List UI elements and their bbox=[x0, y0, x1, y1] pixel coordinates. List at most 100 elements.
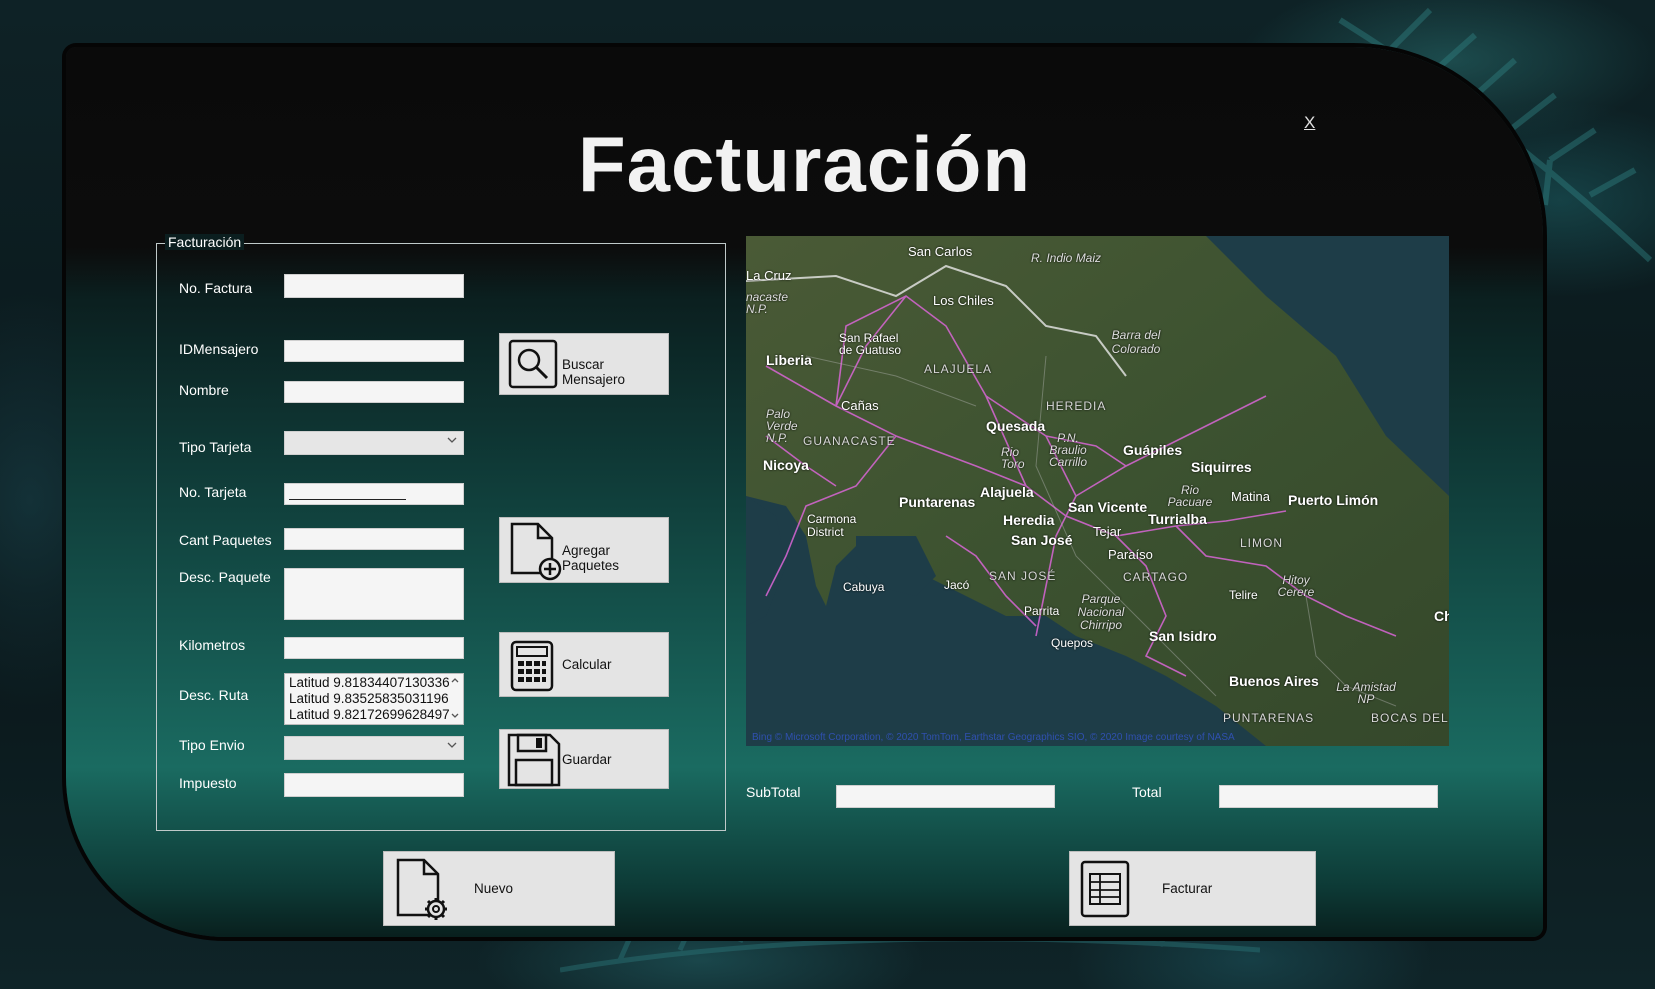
map-label: R. Indio Maiz bbox=[1031, 251, 1102, 265]
add-file-icon bbox=[510, 522, 562, 581]
map-label: Barra del Colorado bbox=[1111, 328, 1161, 356]
map-label: BOCAS DEL T bbox=[1371, 711, 1449, 725]
map-label: Buenos Aires bbox=[1229, 673, 1319, 689]
buscar-mensajero-label: Buscar Mensajero bbox=[562, 357, 626, 387]
no-tarjeta-label: No. Tarjeta bbox=[179, 484, 247, 500]
map-attribution: Bing © Microsoft Corporation, © 2020 Tom… bbox=[752, 732, 1235, 743]
map-label: Nicoya bbox=[763, 457, 809, 473]
total-input[interactable] bbox=[1219, 785, 1438, 808]
new-file-gear-icon bbox=[396, 858, 447, 920]
map-label: Liberia bbox=[766, 352, 812, 368]
facturar-label: Facturar bbox=[1162, 881, 1213, 896]
tipo-envio-select[interactable] bbox=[284, 736, 464, 760]
list-item[interactable]: Latitud 9.83525835031196 bbox=[289, 691, 463, 707]
map-label: Puerto Limón bbox=[1288, 492, 1379, 508]
map-label: San Rafael de Guatuso bbox=[839, 331, 902, 357]
map-label: Parque Nacional Chirripo bbox=[1077, 592, 1125, 632]
chevron-up-icon[interactable] bbox=[451, 678, 459, 683]
map-terrain bbox=[746, 236, 1449, 746]
desc-paquete-label: Desc. Paquete bbox=[179, 569, 271, 585]
no-factura-label: No. Factura bbox=[179, 280, 253, 296]
map-label: Heredia bbox=[1003, 512, 1055, 528]
map-label: SAN JOSÉ bbox=[989, 569, 1057, 583]
mask-underline bbox=[289, 499, 406, 500]
map-label: PUNTARENAS bbox=[1223, 711, 1315, 725]
agregar-paquetes-label: Agregar Paquetes bbox=[562, 543, 620, 573]
map-label: Cañas bbox=[841, 398, 879, 413]
map-label: P.N. Braulio Carrillo bbox=[1048, 431, 1087, 469]
map-label: Rio Toro bbox=[1001, 445, 1025, 471]
map-label: Rio Pacuare bbox=[1167, 483, 1213, 509]
map-label: Siquirres bbox=[1191, 459, 1252, 475]
facturar-button[interactable]: Facturar bbox=[1069, 851, 1316, 926]
map-label: Los Chiles bbox=[933, 293, 994, 308]
map-label: Guápiles bbox=[1123, 442, 1183, 458]
nuevo-button[interactable]: Nuevo bbox=[383, 851, 615, 926]
invoice-icon bbox=[1080, 860, 1130, 918]
map-label: Carmona District bbox=[807, 512, 857, 539]
kilometros-input[interactable] bbox=[284, 637, 464, 659]
guardar-label: Guardar bbox=[562, 752, 612, 767]
calcular-button[interactable]: Calcular bbox=[499, 632, 669, 697]
kilometros-label: Kilometros bbox=[179, 637, 246, 653]
map-label: CARTAGO bbox=[1123, 570, 1189, 584]
desc-paquete-textarea[interactable] bbox=[284, 568, 464, 620]
map-label: Hitoy Cerere bbox=[1277, 573, 1315, 599]
map-label: San Carlos bbox=[908, 244, 973, 259]
map-label: Turrialba bbox=[1148, 511, 1207, 527]
subtotal-label: SubTotal bbox=[746, 784, 801, 800]
map-label: Jacó bbox=[944, 578, 970, 592]
tipo-envio-label: Tipo Envio bbox=[179, 737, 245, 753]
nombre-input[interactable] bbox=[284, 381, 464, 403]
guardar-button[interactable]: Guardar bbox=[499, 729, 669, 789]
list-item[interactable]: Latitud 9.82172699628497 bbox=[289, 707, 463, 723]
window-title: Facturación bbox=[577, 120, 1032, 208]
nuevo-label: Nuevo bbox=[474, 881, 514, 896]
nombre-label: Nombre bbox=[179, 382, 229, 398]
buscar-mensajero-button[interactable]: Buscar Mensajero bbox=[499, 333, 669, 395]
billing-groupbox: Facturación No. Factura IDMensajero Nomb… bbox=[156, 234, 726, 831]
no-tarjeta-masked-input[interactable] bbox=[284, 483, 464, 505]
agregar-paquetes-button[interactable]: Agregar Paquetes bbox=[499, 517, 669, 583]
chevron-down-icon[interactable] bbox=[451, 713, 459, 718]
map-label: Ch bbox=[1434, 608, 1449, 624]
map-label: Tejar bbox=[1093, 524, 1122, 539]
listbox-scrollbar[interactable] bbox=[449, 674, 461, 724]
map-label: La Amistad NP bbox=[1336, 680, 1396, 706]
cant-paquetes-input[interactable] bbox=[284, 528, 464, 550]
map-label: N.P. bbox=[746, 302, 768, 316]
total-label: Total bbox=[1132, 784, 1162, 800]
map-label: San Vicente bbox=[1068, 499, 1148, 515]
map-label: ALAJUELA bbox=[924, 362, 993, 376]
desc-ruta-label: Desc. Ruta bbox=[179, 687, 249, 703]
billing-window: Facturación X Facturación No. Factura ID… bbox=[66, 47, 1543, 937]
calcular-label: Calcular bbox=[562, 657, 612, 672]
map-label: GUANACASTE bbox=[803, 434, 896, 448]
desc-ruta-listbox[interactable]: Latitud 9.81834407130336 Latitud 9.83525… bbox=[284, 673, 464, 725]
map-label: Matina bbox=[1231, 489, 1271, 504]
impuesto-input[interactable] bbox=[284, 773, 464, 797]
impuesto-label: Impuesto bbox=[179, 775, 237, 791]
map-label: Puntarenas bbox=[899, 494, 976, 510]
subtotal-input[interactable] bbox=[836, 785, 1055, 808]
map-label: Parrita bbox=[1024, 604, 1060, 618]
route-map[interactable]: San Carlos R. Indio Maiz La Cruz nacaste… bbox=[746, 236, 1449, 746]
map-label: Paraíso bbox=[1108, 547, 1153, 562]
search-icon bbox=[508, 339, 558, 389]
cant-paquetes-label: Cant Paquetes bbox=[179, 532, 272, 548]
id-mensajero-input[interactable] bbox=[284, 340, 464, 362]
calculator-icon bbox=[510, 640, 554, 692]
map-label: Quesada bbox=[986, 418, 1046, 434]
map-label: Palo Verde N.P. bbox=[766, 407, 798, 445]
groupbox-legend: Facturación bbox=[165, 234, 245, 250]
tipo-tarjeta-select[interactable] bbox=[284, 431, 464, 455]
id-mensajero-label: IDMensajero bbox=[179, 341, 259, 357]
map-label: Quepos bbox=[1051, 636, 1094, 650]
map-label: La Cruz bbox=[746, 268, 792, 283]
list-item[interactable]: Latitud 9.81834407130336 bbox=[289, 675, 463, 691]
no-factura-input[interactable] bbox=[284, 274, 464, 298]
map-label: Cabuya bbox=[843, 580, 885, 594]
save-disk-icon bbox=[507, 733, 561, 787]
close-button[interactable]: X bbox=[1304, 113, 1315, 133]
tipo-tarjeta-label: Tipo Tarjeta bbox=[179, 439, 252, 455]
